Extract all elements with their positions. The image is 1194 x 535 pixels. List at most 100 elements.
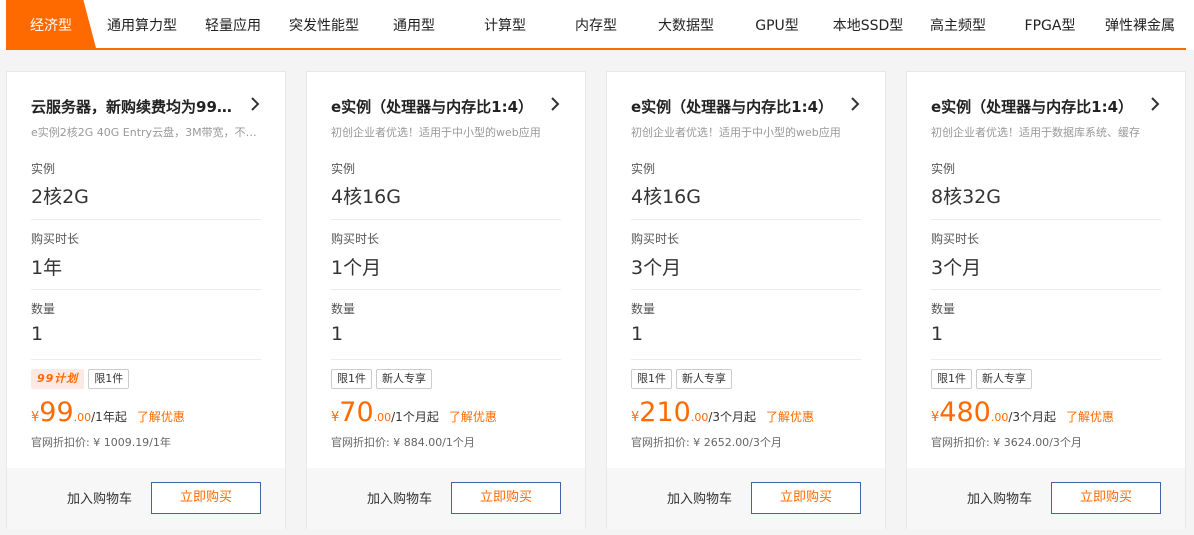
quantity-label: 数量 bbox=[31, 302, 56, 316]
divider bbox=[31, 359, 261, 360]
price: ¥70.00/1个月起 了解优惠 bbox=[331, 397, 497, 433]
card-title[interactable]: 云服务器，新购续费均为99元/年 bbox=[31, 96, 236, 117]
chevron-right-icon[interactable] bbox=[1145, 94, 1165, 114]
tab-gpu[interactable]: GPU型 bbox=[746, 0, 808, 48]
quantity-label: 数量 bbox=[331, 302, 356, 316]
price-decimal: .00 bbox=[373, 411, 392, 424]
quantity-value[interactable]: 1 bbox=[31, 323, 43, 345]
category-tabs: 经济型 通用算力型 轻量应用 突发性能型 通用型 计算型 内存型 大数据型 GP… bbox=[0, 0, 1194, 48]
original-price: 官网折扣价: ¥ 1009.19/1年 bbox=[31, 436, 171, 449]
add-to-cart-button[interactable]: 加入购物车 bbox=[67, 488, 132, 507]
add-to-cart-button[interactable]: 加入购物车 bbox=[967, 488, 1032, 507]
buy-now-button[interactable]: 立即购买 bbox=[1051, 482, 1161, 514]
instance-value[interactable]: 8核32G bbox=[931, 182, 1001, 209]
price-unit: /3个月起 bbox=[708, 410, 757, 424]
divider bbox=[631, 219, 861, 220]
tab-general-compute[interactable]: 通用算力型 bbox=[96, 0, 188, 48]
quantity-value[interactable]: 1 bbox=[931, 323, 943, 345]
instance-label: 实例 bbox=[331, 162, 356, 176]
chevron-right-icon[interactable] bbox=[245, 94, 265, 114]
tag-row: 限1件 新人专享 bbox=[931, 369, 1036, 391]
duration-value[interactable]: 3个月 bbox=[931, 253, 981, 280]
quantity-value[interactable]: 1 bbox=[631, 323, 643, 345]
price-unit: /1年起 bbox=[91, 410, 127, 424]
duration-value[interactable]: 1个月 bbox=[331, 253, 381, 280]
price-decimal: .00 bbox=[990, 411, 1009, 424]
card-footer: 加入购物车 立即购买 bbox=[7, 468, 285, 529]
price-integer: 210 bbox=[639, 397, 691, 428]
quantity-value[interactable]: 1 bbox=[331, 323, 343, 345]
divider bbox=[31, 219, 261, 220]
product-card: 云服务器，新购续费均为99元/年 e实例2核2G 40G Entry云盘，3M带… bbox=[6, 71, 286, 529]
divider bbox=[931, 359, 1161, 360]
card-title[interactable]: e实例（处理器与内存比1:4） bbox=[331, 96, 536, 117]
original-price: 官网折扣价: ¥ 884.00/1个月 bbox=[331, 436, 475, 449]
card-title[interactable]: e实例（处理器与内存比1:4） bbox=[931, 96, 1136, 117]
tab-compute[interactable]: 计算型 bbox=[474, 0, 536, 48]
limit-badge: 限1件 bbox=[331, 369, 372, 389]
learn-more-link[interactable]: 了解优惠 bbox=[449, 410, 497, 424]
chevron-right-icon[interactable] bbox=[845, 94, 865, 114]
instance-value[interactable]: 4核16G bbox=[331, 182, 401, 209]
learn-more-link[interactable]: 了解优惠 bbox=[1066, 410, 1114, 424]
new-user-badge: 新人专享 bbox=[376, 369, 432, 389]
price-unit: /3个月起 bbox=[1008, 410, 1057, 424]
duration-label: 购买时长 bbox=[931, 232, 980, 246]
limit-badge: 限1件 bbox=[931, 369, 972, 389]
instance-label: 实例 bbox=[931, 162, 956, 176]
divider bbox=[631, 359, 861, 360]
instance-value[interactable]: 4核16G bbox=[631, 182, 701, 209]
duration-value[interactable]: 1年 bbox=[31, 253, 62, 280]
tab-high-frequency[interactable]: 高主频型 bbox=[924, 0, 992, 48]
divider bbox=[331, 289, 561, 290]
learn-more-link[interactable]: 了解优惠 bbox=[137, 410, 185, 424]
price: ¥480.00/3个月起 了解优惠 bbox=[931, 397, 1114, 433]
card-title[interactable]: e实例（处理器与内存比1:4） bbox=[631, 96, 836, 117]
price-integer: 480 bbox=[939, 397, 991, 428]
price-decimal: .00 bbox=[73, 411, 92, 424]
price-integer: 70 bbox=[339, 397, 374, 428]
tab-lightweight[interactable]: 轻量应用 bbox=[196, 0, 270, 48]
tab-general-purpose[interactable]: 通用型 bbox=[384, 0, 444, 48]
duration-value[interactable]: 3个月 bbox=[631, 253, 681, 280]
tab-big-data[interactable]: 大数据型 bbox=[648, 0, 724, 48]
add-to-cart-button[interactable]: 加入购物车 bbox=[367, 488, 432, 507]
instance-label: 实例 bbox=[31, 162, 56, 176]
learn-more-link[interactable]: 了解优惠 bbox=[766, 410, 814, 424]
divider bbox=[331, 359, 561, 360]
tab-memory[interactable]: 内存型 bbox=[566, 0, 626, 48]
product-card: e实例（处理器与内存比1:4） 初创企业者优选！适用于中小型的web应用 实例 … bbox=[606, 71, 886, 529]
quantity-label: 数量 bbox=[631, 302, 656, 316]
divider bbox=[31, 289, 261, 290]
price: ¥210.00/3个月起 了解优惠 bbox=[631, 397, 814, 433]
price-integer: 99 bbox=[39, 397, 74, 428]
tab-bare-metal[interactable]: 弹性裸金属 bbox=[1098, 0, 1182, 48]
tag-row: 99计划 限1件 bbox=[31, 369, 133, 391]
card-footer: 加入购物车 立即购买 bbox=[907, 468, 1185, 529]
limit-badge: 限1件 bbox=[631, 369, 672, 389]
chevron-right-icon[interactable] bbox=[545, 94, 565, 114]
limit-badge: 限1件 bbox=[88, 369, 130, 389]
quantity-label: 数量 bbox=[931, 302, 956, 316]
buy-now-button[interactable]: 立即购买 bbox=[451, 482, 561, 514]
new-user-badge: 新人专享 bbox=[676, 369, 732, 389]
product-card: e实例（处理器与内存比1:4） 初创企业者优选！适用于中小型的web应用 实例 … bbox=[306, 71, 586, 529]
divider bbox=[631, 289, 861, 290]
tab-burstable[interactable]: 突发性能型 bbox=[280, 0, 368, 48]
divider bbox=[931, 289, 1161, 290]
card-description: 初创企业者优选！适用于中小型的web应用 bbox=[331, 126, 541, 139]
tab-local-ssd[interactable]: 本地SSD型 bbox=[826, 0, 910, 48]
tag-row: 限1件 新人专享 bbox=[331, 369, 436, 391]
buy-now-button[interactable]: 立即购买 bbox=[151, 482, 261, 514]
add-to-cart-button[interactable]: 加入购物车 bbox=[667, 488, 732, 507]
tab-fpga[interactable]: FPGA型 bbox=[1014, 0, 1086, 48]
buy-now-button[interactable]: 立即购买 bbox=[751, 482, 861, 514]
price-unit: /1个月起 bbox=[391, 410, 439, 424]
divider bbox=[931, 219, 1161, 220]
instance-label: 实例 bbox=[631, 162, 656, 176]
card-footer: 加入购物车 立即购买 bbox=[307, 468, 585, 529]
instance-value[interactable]: 2核2G bbox=[31, 182, 89, 209]
card-description: 初创企业者优选！适用于中小型的web应用 bbox=[631, 126, 841, 139]
tab-economy[interactable]: 经济型 bbox=[6, 0, 96, 48]
promo-badge: 99计划 bbox=[31, 369, 85, 389]
